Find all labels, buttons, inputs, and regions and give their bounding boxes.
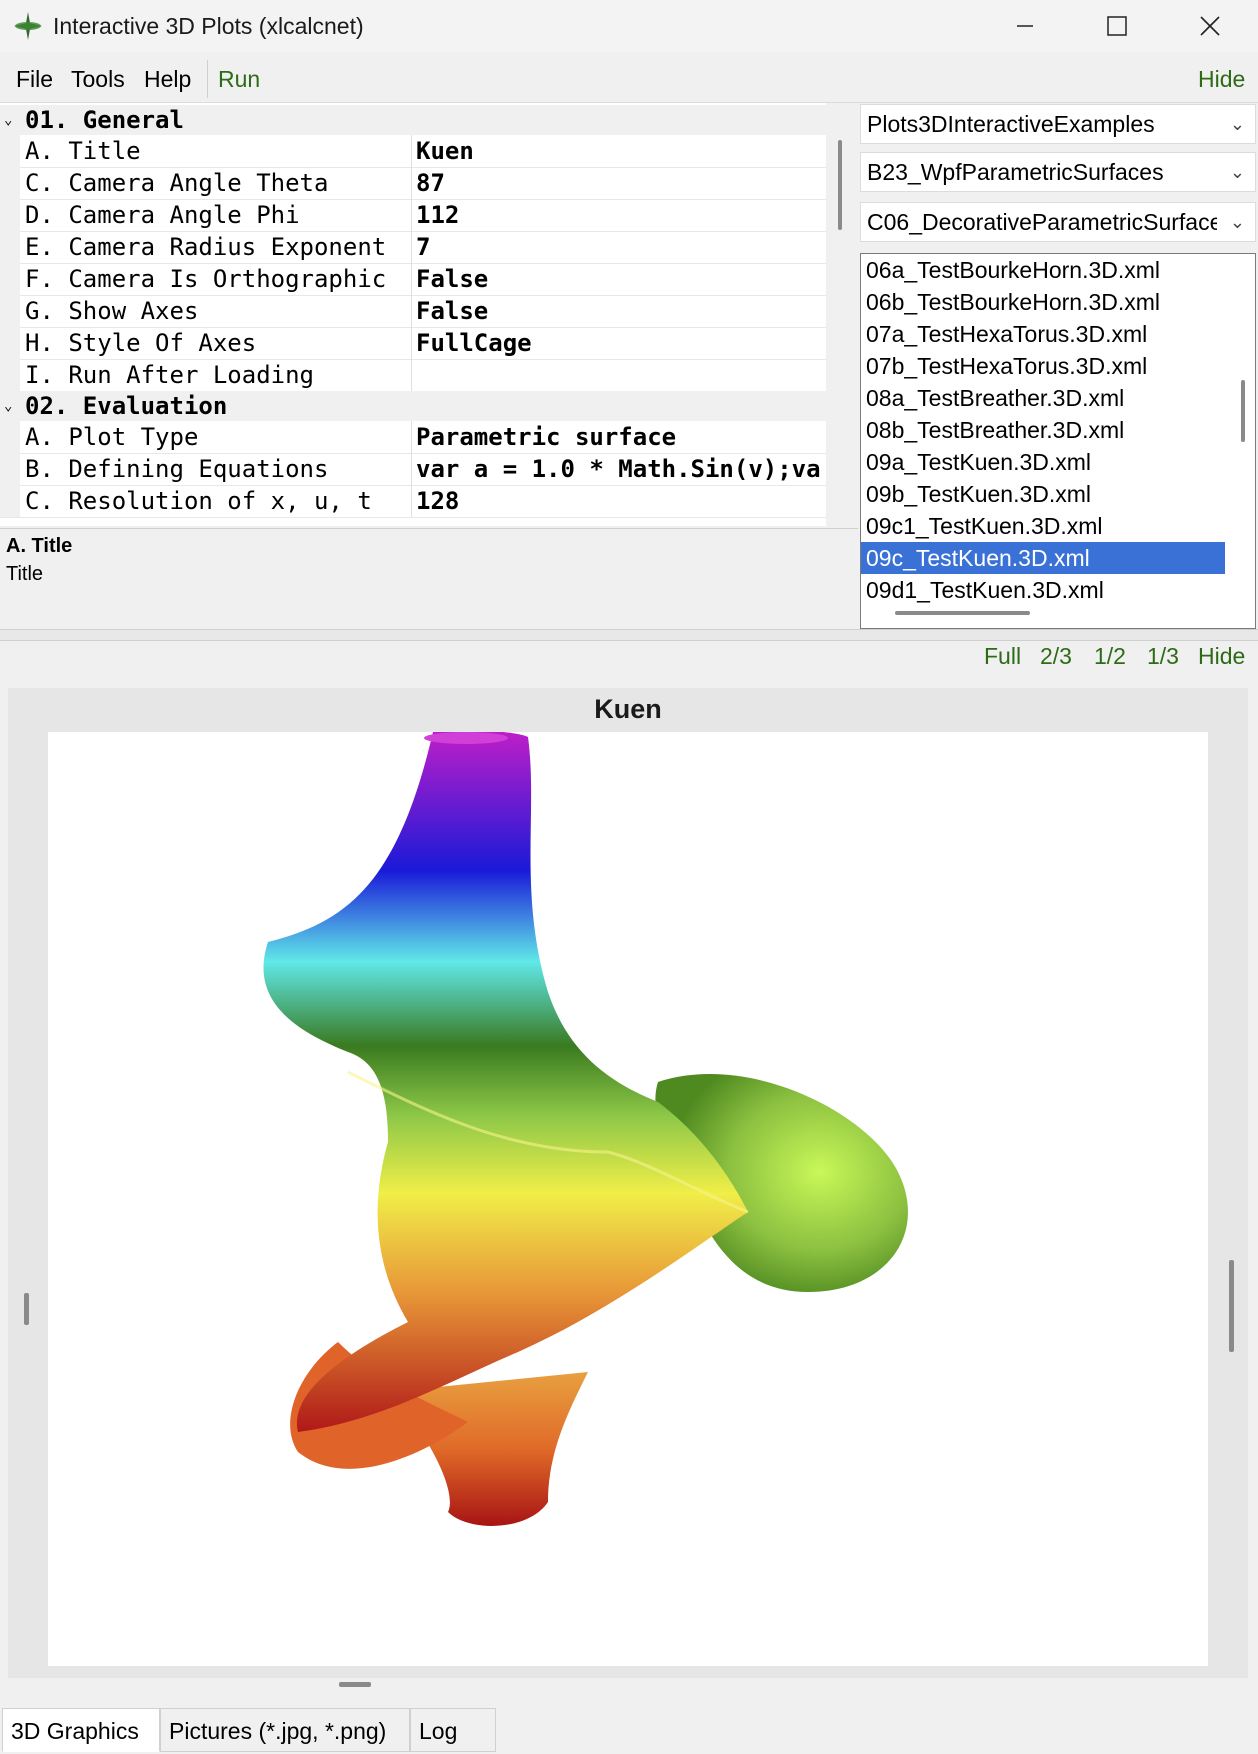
tab-pictures[interactable]: Pictures (*.jpg, *.png) xyxy=(160,1708,410,1752)
list-item[interactable]: 07a_TestHexaTorus.3D.xml xyxy=(861,318,1225,350)
property-value[interactable]: False xyxy=(416,295,821,327)
list-item-selected[interactable]: 09c_TestKuen.3D.xml xyxy=(861,542,1225,574)
list-item[interactable]: 06b_TestBourkeHorn.3D.xml xyxy=(861,286,1225,318)
maximize-button[interactable] xyxy=(1072,0,1162,52)
examples-folder-select[interactable]: Plots3DInteractiveExamples ⌄ xyxy=(860,104,1256,144)
property-name: A. Plot Type xyxy=(25,421,412,453)
property-value[interactable]: var a = 1.0 * Math.Sin(v);var xyxy=(416,453,821,485)
property-row[interactable]: E. Camera Radius Exponent 7 xyxy=(0,231,826,264)
property-name: C. Camera Angle Theta xyxy=(25,167,412,199)
property-row[interactable]: B. Defining Equations var a = 1.0 * Math.… xyxy=(0,453,826,486)
property-grid: ⌄ 01. General A. Title Kuen C. Camera Ang… xyxy=(0,103,826,526)
chevron-down-icon[interactable]: ⌄ xyxy=(4,391,12,421)
list-item[interactable]: 09d1_TestKuen.3D.xml xyxy=(861,574,1225,606)
left-splitter-grip[interactable] xyxy=(24,1293,29,1325)
maximize-icon xyxy=(1107,16,1127,36)
property-name: I. Run After Loading xyxy=(25,359,412,391)
file-list-horizontal-scroll-thumb[interactable] xyxy=(895,611,1030,615)
category-evaluation[interactable]: ⌄ 02. Evaluation xyxy=(0,391,826,421)
property-value[interactable]: Parametric surface xyxy=(416,421,821,453)
property-name: H. Style Of Axes xyxy=(25,327,412,359)
property-value[interactable]: 128 xyxy=(416,485,821,517)
menu-run[interactable]: Run xyxy=(218,64,260,94)
property-name: F. Camera Is Orthographic xyxy=(25,263,412,295)
size-two-thirds-button[interactable]: 2/3 xyxy=(1040,640,1072,672)
property-grid-scroll-thumb[interactable] xyxy=(838,140,842,230)
list-item[interactable]: 09c1_TestKuen.3D.xml xyxy=(861,510,1225,542)
chevron-down-icon[interactable]: ⌄ xyxy=(4,105,12,135)
tab-log[interactable]: Log xyxy=(410,1708,496,1752)
list-item[interactable]: 07b_TestHexaTorus.3D.xml xyxy=(861,350,1225,382)
property-value[interactable]: Kuen xyxy=(416,135,821,167)
property-row[interactable]: C. Camera Angle Theta 87 xyxy=(0,167,826,200)
property-name: D. Camera Angle Phi xyxy=(25,199,412,231)
bottom-splitter-grip[interactable] xyxy=(339,1682,371,1687)
property-row[interactable]: A. Title Kuen xyxy=(0,135,826,168)
file-list-vertical-scroll-thumb[interactable] xyxy=(1241,380,1245,442)
window-title: Interactive 3D Plots (xlcalcnet) xyxy=(53,13,364,39)
list-item[interactable]: 06a_TestBourkeHorn.3D.xml xyxy=(861,254,1225,286)
xlcalcnet-star-icon xyxy=(12,10,44,42)
description-text: Title xyxy=(6,563,44,585)
right-splitter-grip[interactable] xyxy=(1229,1260,1234,1352)
chevron-down-icon: ⌄ xyxy=(1229,114,1245,134)
chevron-down-icon: ⌄ xyxy=(1229,212,1245,232)
property-row[interactable]: F. Camera Is Orthographic False xyxy=(0,263,826,296)
menu-tools[interactable]: Tools xyxy=(71,64,125,94)
menu-help[interactable]: Help xyxy=(144,64,191,94)
kuen-parametric-surface[interactable] xyxy=(48,729,1208,1666)
close-icon xyxy=(1200,16,1220,36)
category-select[interactable]: C06_DecorativeParametricSurface ⌄ xyxy=(860,202,1256,242)
size-full-button[interactable]: Full xyxy=(984,640,1021,672)
property-value[interactable]: 7 xyxy=(416,231,821,263)
hide-plot-button[interactable]: Hide xyxy=(1198,640,1245,672)
plot-title: Kuen xyxy=(594,694,662,724)
file-list[interactable]: 06a_TestBourkeHorn.3D.xml 06b_TestBourke… xyxy=(860,253,1256,629)
size-third-button[interactable]: 1/3 xyxy=(1147,640,1179,672)
property-row[interactable]: A. Plot Type Parametric surface xyxy=(0,421,826,454)
minimize-icon xyxy=(1017,25,1033,27)
property-row[interactable]: C. Resolution of x, u, t 128 xyxy=(0,485,826,518)
property-value[interactable]: 87 xyxy=(416,167,821,199)
list-item[interactable]: 08b_TestBreather.3D.xml xyxy=(861,414,1225,446)
property-row[interactable]: H. Style Of Axes FullCage xyxy=(0,327,826,360)
menu-file[interactable]: File xyxy=(16,64,53,94)
property-value[interactable]: 112 xyxy=(416,199,821,231)
close-button[interactable] xyxy=(1165,0,1255,52)
property-value[interactable]: FullCage xyxy=(416,327,821,359)
property-name: G. Show Axes xyxy=(25,295,412,327)
minimize-button[interactable] xyxy=(980,0,1070,52)
property-name: C. Resolution of x, u, t xyxy=(25,485,412,517)
list-item[interactable]: 09a_TestKuen.3D.xml xyxy=(861,446,1225,478)
property-name: B. Defining Equations xyxy=(25,453,412,485)
property-row[interactable]: I. Run After Loading xyxy=(0,359,826,392)
chevron-down-icon: ⌄ xyxy=(1229,162,1245,182)
list-item[interactable]: 09b_TestKuen.3D.xml xyxy=(861,478,1225,510)
property-row[interactable]: G. Show Axes False xyxy=(0,295,826,328)
property-description-panel: A. Title Title xyxy=(0,528,858,629)
list-item[interactable]: 08a_TestBreather.3D.xml xyxy=(861,382,1225,414)
tab-3d-graphics[interactable]: 3D Graphics xyxy=(2,1708,160,1752)
subfolder-select[interactable]: B23_WpfParametricSurfaces ⌄ xyxy=(860,152,1256,192)
property-value[interactable]: False xyxy=(416,263,821,295)
hide-settings-button[interactable]: Hide xyxy=(1198,64,1245,94)
menu-separator xyxy=(207,60,208,98)
property-name: A. Title xyxy=(25,135,412,167)
size-half-button[interactable]: 1/2 xyxy=(1094,640,1126,672)
category-general[interactable]: ⌄ 01. General xyxy=(0,105,826,135)
property-value[interactable] xyxy=(416,359,821,391)
description-title: A. Title xyxy=(6,535,73,557)
property-row[interactable]: D. Camera Angle Phi 112 xyxy=(0,199,826,232)
property-name: E. Camera Radius Exponent xyxy=(25,231,412,263)
